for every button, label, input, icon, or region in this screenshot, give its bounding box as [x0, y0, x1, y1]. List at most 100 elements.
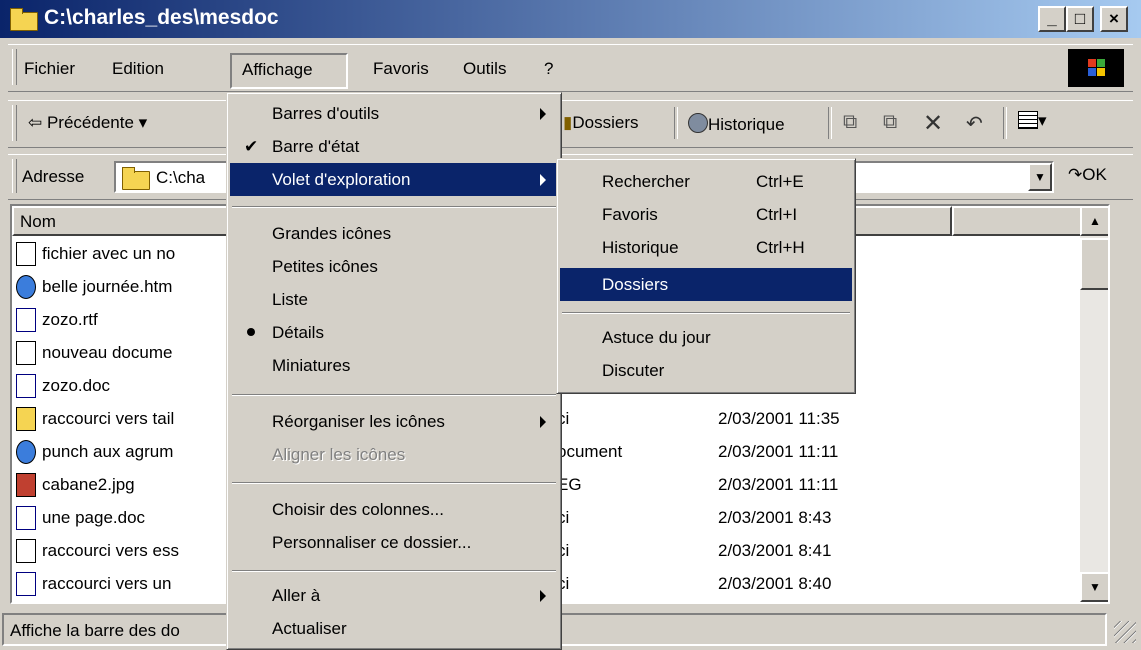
file-name: zozo.doc — [42, 376, 111, 395]
delete-icon[interactable]: ✕ — [923, 109, 943, 138]
word-document-icon — [16, 374, 36, 398]
menu-item-reorganiser[interactable]: Réorganiser les icônes — [230, 405, 558, 438]
history-button[interactable]: Historique — [688, 113, 785, 135]
submenu-arrow-icon — [540, 590, 546, 602]
undo-icon[interactable]: ↶ — [966, 111, 983, 136]
submenu-item-dossiers[interactable]: Dossiers — [560, 268, 852, 301]
menu-item-miniatures[interactable]: Miniatures — [230, 349, 558, 382]
file-name: cabane2.jpg — [42, 475, 135, 494]
windows-logo-icon — [1068, 49, 1124, 87]
submenu-item-historique[interactable]: Historique Ctrl+H — [560, 231, 852, 264]
views-button[interactable]: ▾ — [1018, 111, 1047, 131]
file-name: raccourci vers tail — [42, 409, 175, 428]
back-arrow-icon: ⇦ — [28, 113, 47, 132]
menu-item-actualiser[interactable]: Actualiser — [230, 612, 558, 645]
explorer-bar-submenu: Rechercher Ctrl+E Favoris Ctrl+I Historiqu… — [556, 158, 856, 394]
submenu-arrow-icon — [540, 416, 546, 428]
submenu-item-rechercher[interactable]: Rechercher Ctrl+E — [560, 165, 852, 198]
back-button[interactable]: ⇦ Précédente ▾ — [28, 113, 147, 133]
views-icon — [1018, 111, 1038, 129]
file-date: 2/03/2001 11:11 — [718, 442, 839, 461]
menu-item-choisir-colonnes[interactable]: Choisir des colonnes... — [230, 493, 558, 526]
shortcut-text: Ctrl+I — [756, 205, 798, 224]
menu-help[interactable]: ? — [544, 59, 553, 79]
submenu-arrow-icon — [540, 108, 546, 120]
minimize-button[interactable]: _ — [1038, 6, 1066, 32]
menu-favoris[interactable]: Favoris — [373, 59, 429, 79]
scroll-up-button[interactable]: ▲ — [1080, 206, 1108, 236]
shortcut-word-icon — [16, 572, 36, 596]
submenu-item-astuce[interactable]: Astuce du jour — [560, 321, 852, 354]
submenu-item-discuter[interactable]: Discuter — [560, 354, 852, 387]
address-grip[interactable] — [12, 159, 17, 193]
toolbar-separator — [1003, 107, 1007, 139]
go-arrow-icon: ↷ — [1068, 165, 1083, 184]
resize-grip-icon[interactable] — [1114, 621, 1136, 643]
ie-document-icon — [16, 275, 36, 299]
radio-bullet-icon — [247, 328, 255, 336]
word-document-icon — [16, 308, 36, 332]
status-bar: Affiche la barre des do — [0, 609, 1141, 648]
shortcut-text: Ctrl+E — [756, 172, 804, 191]
menu-item-details[interactable]: Détails — [230, 316, 558, 349]
folder-icon — [122, 167, 150, 190]
folders-button[interactable]: ▮Dossiers — [563, 113, 638, 133]
file-type: ocument — [557, 442, 623, 461]
copy-to-icon[interactable]: ⧉ — [883, 111, 897, 134]
file-date: 2/03/2001 11:11 — [718, 475, 839, 494]
maximize-button[interactable]: □ — [1066, 6, 1094, 32]
folder-icon — [10, 8, 38, 31]
scroll-thumb[interactable] — [1080, 238, 1108, 290]
address-label: Adresse — [22, 167, 85, 186]
menu-separator — [232, 570, 556, 572]
menu-item-petites-icones[interactable]: Petites icônes — [230, 250, 558, 283]
menu-separator — [232, 206, 556, 208]
menu-item-volet-exploration[interactable]: Volet d'exploration — [230, 163, 558, 196]
file-name: une page.doc — [42, 508, 146, 527]
menu-fichier[interactable]: Fichier — [24, 59, 75, 79]
shortcut-icon — [16, 539, 36, 563]
history-icon — [688, 113, 708, 133]
word-document-icon — [16, 506, 36, 530]
menu-bar: Fichier Edition Affichage Favoris Outils… — [8, 44, 1133, 92]
title-bar[interactable]: C:\charles_des\mesdoc _ □ × — [0, 0, 1141, 38]
file-name: fichier avec un no — [42, 244, 176, 263]
menu-bar-grip[interactable] — [12, 49, 17, 85]
text-file-icon — [16, 341, 36, 365]
toolbar-separator — [674, 107, 678, 139]
menu-edition[interactable]: Edition — [112, 59, 164, 79]
go-button[interactable]: ↷OK — [1068, 165, 1107, 185]
menu-separator — [232, 394, 556, 396]
menu-item-barres-outils[interactable]: Barres d'outils — [230, 97, 558, 130]
move-to-icon[interactable]: ⧉ — [843, 111, 857, 134]
menu-item-liste[interactable]: Liste — [230, 283, 558, 316]
submenu-arrow-icon — [540, 174, 546, 186]
folders-icon: ▮ — [563, 113, 573, 132]
shortcut-text: Ctrl+H — [756, 238, 805, 257]
close-button[interactable]: × — [1100, 6, 1128, 32]
image-file-icon — [16, 473, 36, 497]
vertical-scrollbar[interactable]: ▲ ▼ — [1080, 206, 1108, 602]
menu-separator — [232, 482, 556, 484]
address-dropdown-button[interactable]: ▼ — [1028, 163, 1052, 191]
toolbar-grip[interactable] — [12, 105, 17, 141]
menu-item-aller-a[interactable]: Aller à — [230, 579, 558, 612]
address-value: C:\cha — [156, 168, 206, 187]
toolbar-separator — [828, 107, 832, 139]
status-text: Affiche la barre des do — [10, 621, 180, 640]
file-name: raccourci vers un — [42, 574, 172, 593]
menu-item-personnaliser[interactable]: Personnaliser ce dossier... — [230, 526, 558, 559]
scroll-down-button[interactable]: ▼ — [1080, 572, 1108, 602]
submenu-item-favoris[interactable]: Favoris Ctrl+I — [560, 198, 852, 231]
file-name: belle journée.htm — [42, 277, 173, 296]
menu-outils[interactable]: Outils — [463, 59, 506, 79]
shortcut-folder-icon — [16, 407, 36, 431]
file-name: zozo.rtf — [42, 310, 98, 329]
menu-affichage[interactable]: Affichage — [230, 53, 348, 89]
checkmark-icon: ✔ — [244, 137, 259, 156]
menu-item-barre-etat[interactable]: ✔ Barre d'état — [230, 130, 558, 163]
file-name: nouveau docume — [42, 343, 173, 362]
text-file-icon — [16, 242, 36, 266]
menu-item-grandes-icones[interactable]: Grandes icônes — [230, 217, 558, 250]
view-menu: Barres d'outils ✔ Barre d'état Volet d'ex… — [226, 92, 562, 650]
